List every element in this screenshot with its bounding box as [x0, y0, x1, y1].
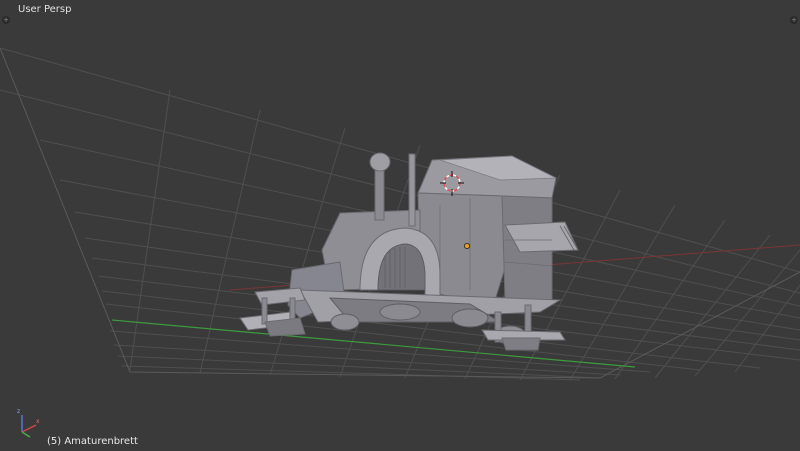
viewport-canvas[interactable]: z x: [0, 0, 800, 451]
object-origin-icon: [463, 242, 470, 249]
svg-text:x: x: [36, 418, 40, 425]
active-object-label: (5) Amaturenbrett: [47, 436, 138, 447]
plus-icon[interactable]: +: [2, 16, 10, 24]
plus-icon[interactable]: +: [790, 16, 798, 24]
svg-text:z: z: [17, 408, 20, 415]
3d-viewport[interactable]: z x + + User Persp (5) Amaturenbrett: [0, 0, 800, 451]
view-name-label: User Persp: [18, 4, 72, 15]
locomotive-model[interactable]: [239, 152, 579, 351]
axis-gizmo-icon: z x: [17, 408, 40, 438]
